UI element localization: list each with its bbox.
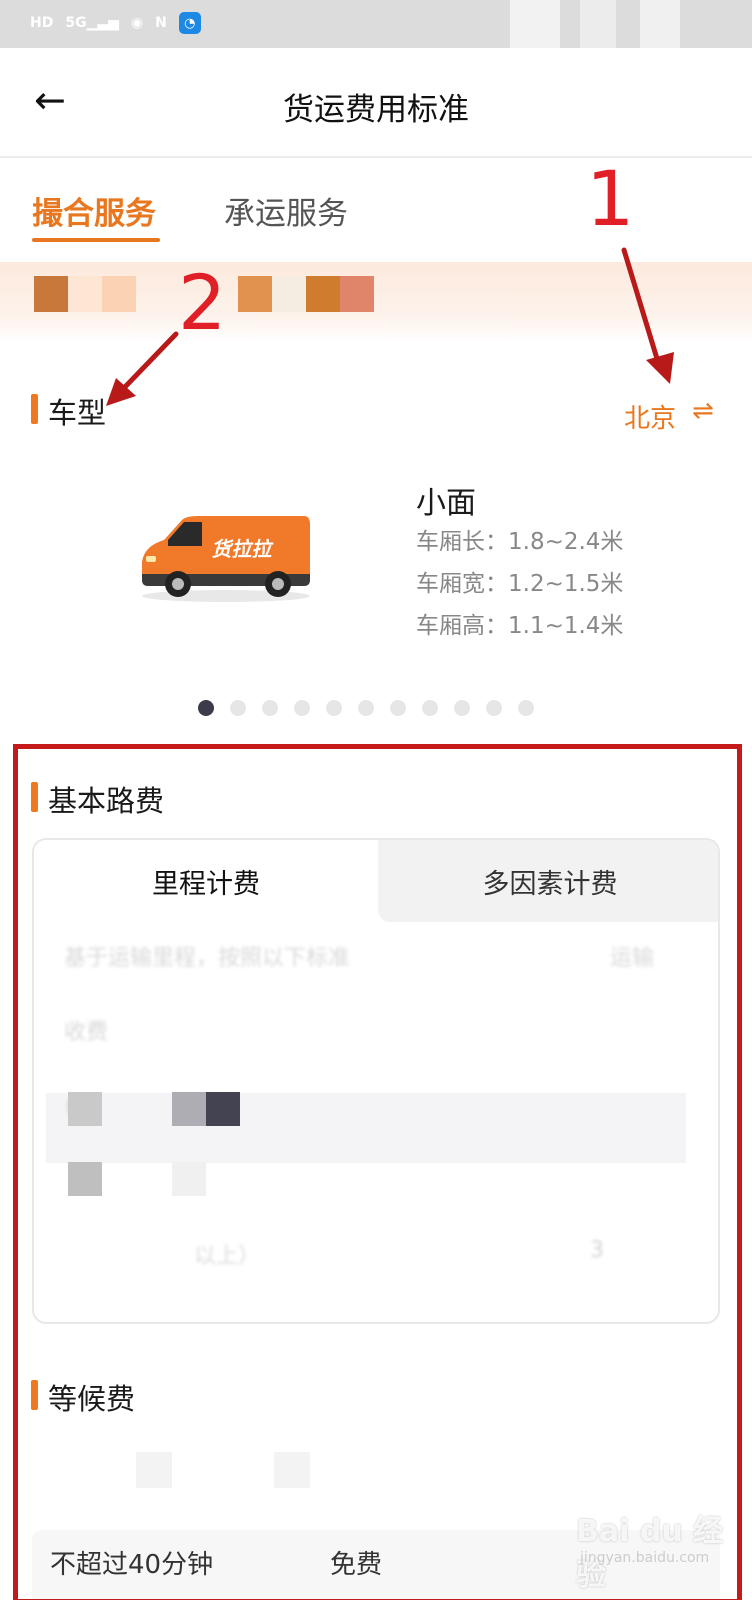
section-accent-bar [31, 394, 38, 424]
switch-city-icon[interactable]: ⇌ [692, 396, 714, 426]
banner-pixel [340, 276, 374, 312]
status-bar: HD 5G▁▃▅ ◉ N ◔ [0, 0, 752, 48]
banner-pixel [238, 276, 272, 312]
blurred-status-block [510, 0, 560, 48]
spec-label: 车厢长： [416, 529, 508, 555]
banner-pixel [68, 276, 102, 312]
carousel-pagination[interactable] [198, 700, 534, 716]
blurred-status-block [580, 0, 616, 48]
watermark-url: jingyan.baidu.com [580, 1550, 710, 1566]
carousel-dot[interactable] [518, 700, 534, 716]
carousel-dot[interactable] [454, 700, 470, 716]
signal-icon: 5G▁▃▅ [65, 15, 119, 31]
city-selector[interactable]: 北京 [624, 398, 676, 435]
tab-carrier-service[interactable]: 承运服务 [224, 188, 348, 233]
van-brand-text: 货拉拉 [210, 537, 275, 561]
banner-pixel [272, 276, 306, 312]
app-notification-icon: ◔ [178, 12, 201, 34]
carousel-dot[interactable] [358, 700, 374, 716]
carousel-dot[interactable] [486, 700, 502, 716]
status-icons: HD 5G▁▃▅ ◉ N ◔ [30, 12, 201, 34]
banner-pixel [306, 276, 340, 312]
spec-value: 1.8~2.4米 [508, 529, 624, 555]
annotation-number-1: 1 [586, 154, 635, 243]
tab-matching-service[interactable]: 撮合服务 [32, 188, 156, 233]
spec-value: 1.1~1.4米 [508, 613, 624, 639]
section-title-vehicle: 车型 [48, 396, 107, 430]
carousel-dot[interactable] [262, 700, 278, 716]
annotation-highlight-frame [13, 744, 742, 1600]
carousel-dot[interactable] [390, 700, 406, 716]
carousel-dot[interactable] [198, 700, 214, 716]
spec-value: 1.2~1.5米 [508, 571, 624, 597]
spec-width: 车厢宽：1.2~1.5米 [416, 564, 623, 598]
vehicle-model-name: 小面 [416, 486, 476, 521]
annotation-arrowhead-1 [646, 352, 674, 384]
carousel-dot[interactable] [230, 700, 246, 716]
spec-label: 车厢高： [416, 613, 508, 639]
nfc-icon: N [155, 15, 167, 31]
banner-pixel [34, 276, 68, 312]
spec-length: 车厢长：1.8~2.4米 [416, 522, 623, 556]
banner-pixel [102, 276, 136, 312]
active-tab-indicator [32, 238, 160, 242]
hd-icon: HD [30, 15, 54, 31]
nav-bar: ← 货运费用标准 [0, 48, 752, 158]
blurred-status-block [640, 0, 680, 48]
van-image: 货拉拉 [142, 516, 310, 602]
carousel-dot[interactable] [422, 700, 438, 716]
spec-height: 车厢高：1.1~1.4米 [416, 606, 623, 640]
eye-icon: ◉ [130, 15, 144, 31]
spec-label: 车厢宽： [416, 571, 508, 597]
carousel-dot[interactable] [294, 700, 310, 716]
annotation-number-2: 2 [178, 258, 227, 347]
annotation-arrowhead-2 [106, 378, 136, 406]
carousel-dot[interactable] [326, 700, 342, 716]
page-title: 货运费用标准 [283, 92, 469, 128]
annotation-arrow-2 [121, 331, 179, 391]
